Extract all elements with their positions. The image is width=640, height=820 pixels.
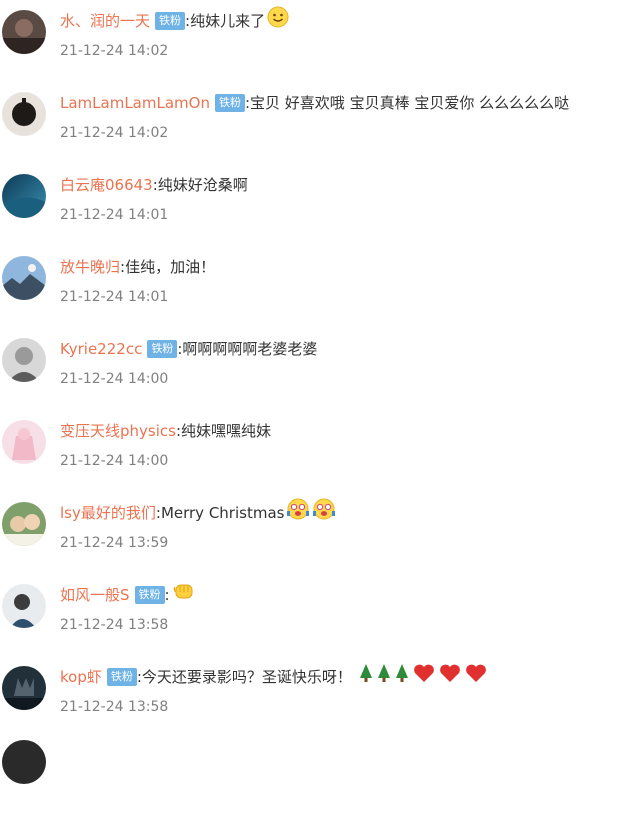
- comment-text: 宝贝 好喜欢哦 宝贝真棒 宝贝爱你 么么么么么哒: [250, 94, 570, 112]
- avatar[interactable]: [2, 338, 46, 382]
- heart-icon: [412, 662, 436, 692]
- username[interactable]: kop虾: [60, 664, 102, 690]
- avatar[interactable]: [2, 92, 46, 136]
- comment-time: 21-12-24 14:02: [60, 43, 169, 59]
- comment-item: 水、润的一天 铁粉 : 纯妹儿来了 21-12-24 14:02: [0, 0, 640, 82]
- comment-text: 啊啊啊啊啊老婆老婆: [182, 340, 318, 358]
- comment-item: kop虾 铁粉 : 今天还要录影吗？圣诞快乐呀！ 21-12-24 13:58: [0, 656, 640, 738]
- username[interactable]: 放牛晚归: [60, 254, 120, 280]
- comment-time: 21-12-24 14:00: [60, 453, 169, 469]
- colon: :: [164, 586, 170, 604]
- avatar[interactable]: [2, 256, 46, 300]
- username[interactable]: LamLamLamLamOn: [60, 90, 210, 116]
- comment-text: 佳纯，加油！: [125, 258, 216, 276]
- comment-time: 21-12-24 13:58: [60, 699, 169, 715]
- fist-emoji-icon: [172, 580, 196, 610]
- fan-badge[interactable]: 铁粉: [147, 340, 178, 358]
- comment-time: 21-12-24 13:59: [60, 535, 169, 551]
- comment-item: 白云庵06643 : 纯妹好沧桑啊 21-12-24 14:01: [0, 164, 640, 246]
- christmas-tree-icon: [394, 663, 410, 691]
- username[interactable]: 水、润的一天: [60, 8, 150, 34]
- comment-item-partial: [0, 738, 640, 820]
- comment-text: 今天还要录影吗？圣诞快乐呀！: [141, 668, 352, 686]
- comment-item: lsy最好的我们 : Merry Christmas 21-12-24 13:5…: [0, 492, 640, 574]
- avatar[interactable]: [2, 584, 46, 628]
- comment-item: 如风一般S 铁粉 : 21-12-24 13:58: [0, 574, 640, 656]
- comment-text: 纯妹好沧桑啊: [157, 176, 248, 194]
- avatar[interactable]: [2, 666, 46, 710]
- heart-icon: [438, 662, 462, 692]
- excited-emoji-icon: [312, 498, 336, 528]
- avatar[interactable]: [2, 174, 46, 218]
- fan-badge[interactable]: 铁粉: [134, 586, 165, 604]
- comment-item: 变压天线physics : 纯妹嘿嘿纯妹 21-12-24 14:00: [0, 410, 640, 492]
- fan-badge[interactable]: 铁粉: [214, 94, 245, 112]
- heart-icon: [464, 662, 488, 692]
- comment-time: 21-12-24 14:01: [60, 207, 169, 223]
- comment-time: 21-12-24 14:01: [60, 289, 169, 305]
- excited-emoji-icon: [286, 498, 310, 528]
- username[interactable]: 变压天线physics: [60, 418, 176, 444]
- comment-text: 纯妹儿来了: [190, 12, 266, 30]
- christmas-tree-icon: [358, 663, 374, 691]
- smile-emoji-icon: [267, 6, 289, 36]
- username[interactable]: Kyrie222cc: [60, 336, 142, 362]
- avatar[interactable]: [2, 740, 46, 784]
- comment-item: Kyrie222cc 铁粉 : 啊啊啊啊啊老婆老婆 21-12-24 14:00: [0, 328, 640, 410]
- comment-text: 纯妹嘿嘿纯妹: [181, 422, 272, 440]
- comment-item: 放牛晚归 : 佳纯，加油！ 21-12-24 14:01: [0, 246, 640, 328]
- avatar[interactable]: [2, 502, 46, 546]
- comment-time: 21-12-24 14:02: [60, 125, 169, 141]
- username[interactable]: 白云庵06643: [60, 172, 153, 198]
- comment-item: LamLamLamLamOn 铁粉 : 宝贝 好喜欢哦 宝贝真棒 宝贝爱你 么么…: [0, 82, 640, 164]
- avatar[interactable]: [2, 420, 46, 464]
- comment-list: 水、润的一天 铁粉 : 纯妹儿来了 21-12-24 14:02 LamLamL…: [0, 0, 640, 820]
- username[interactable]: lsy最好的我们: [60, 500, 156, 526]
- comment-text: Merry Christmas: [160, 504, 285, 522]
- comment-time: 21-12-24 13:58: [60, 617, 169, 633]
- username[interactable]: 如风一般S: [60, 582, 130, 608]
- fan-badge[interactable]: 铁粉: [155, 12, 186, 30]
- christmas-tree-icon: [376, 663, 392, 691]
- avatar[interactable]: [2, 10, 46, 54]
- fan-badge[interactable]: 铁粉: [106, 668, 137, 686]
- comment-time: 21-12-24 14:00: [60, 371, 169, 387]
